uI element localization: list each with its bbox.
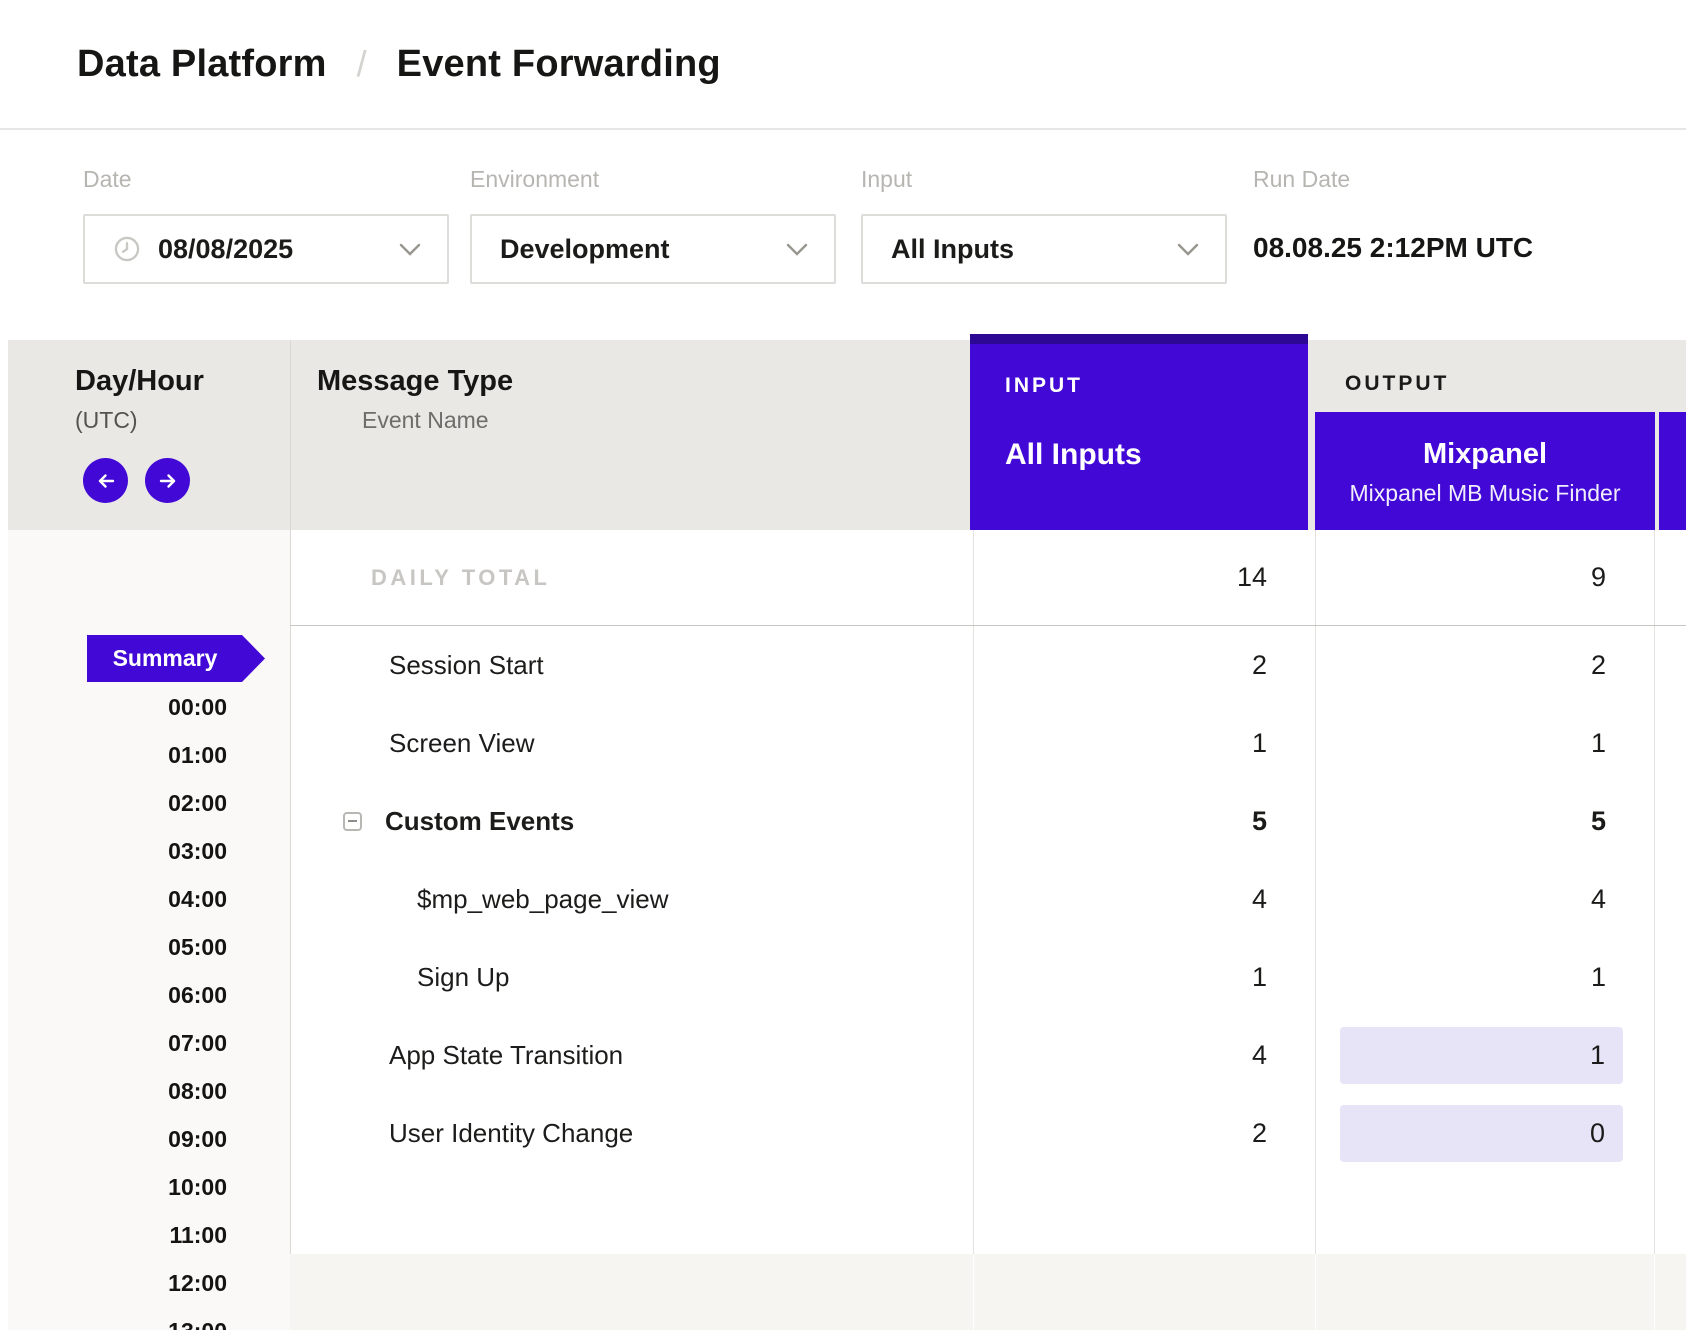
event-label: Custom Events [385,806,574,837]
previous-day-button[interactable] [83,458,128,503]
environment-filter-label: Environment [470,166,599,193]
input-count: 1 [973,938,1315,1016]
date-dropdown[interactable]: 08/08/2025 [83,214,449,284]
event-label: Sign Up [290,938,973,1016]
output-group-label: OUTPUT [1345,372,1449,396]
input-value: All Inputs [891,234,1014,265]
output-count: 1 [1315,938,1655,1016]
output-count: 4 [1315,860,1655,938]
clock-icon [113,235,141,263]
event-table-body: DAILY TOTAL 14 9 Session Start 2 2 Scree… [290,530,1686,1330]
hour-item[interactable]: 02:00 [0,779,227,827]
chevron-down-icon [786,243,808,256]
input-count: 5 [973,782,1315,860]
daily-total-label: DAILY TOTAL [290,530,973,625]
event-name-subheader: Event Name [362,407,489,434]
output-count: 5 [1315,782,1655,860]
date-filter-label: Date [83,166,132,193]
event-label: Session Start [290,626,973,704]
run-date-label: Run Date [1253,166,1350,193]
input-dropdown[interactable]: All Inputs [861,214,1227,284]
hour-item[interactable]: 13:00 [0,1307,227,1330]
hour-item[interactable]: 00:00 [0,683,227,731]
hour-item[interactable]: 03:00 [0,827,227,875]
highlighted-output-count: 0 [1340,1105,1623,1162]
hour-item[interactable]: 11:00 [0,1211,227,1259]
output-column-header-mixpanel[interactable]: Mixpanel Mixpanel MB Music Finder [1315,412,1655,530]
chevron-down-icon [1177,243,1199,256]
input-count: 2 [973,626,1315,704]
input-column-accent-strip [970,334,1308,344]
message-type-header: Message Type [317,365,513,398]
table-footer-band [290,1254,1686,1330]
output-column-name: Mixpanel [1423,438,1547,471]
breadcrumb-section[interactable]: Data Platform [77,43,327,86]
run-date-value: 08.08.25 2:12PM UTC [1253,232,1533,264]
table-row: Session Start 2 2 [290,626,1686,704]
hour-item[interactable]: 06:00 [0,971,227,1019]
hour-item[interactable]: 08:00 [0,1067,227,1115]
table-row: Screen View 1 1 [290,704,1686,782]
empty-row [290,1172,1686,1254]
date-value: 08/08/2025 [158,234,293,265]
day-hour-timezone: (UTC) [75,407,138,434]
table-row: User Identity Change 2 0 [290,1094,1686,1172]
event-forwarding-page: Data Platform / Event Forwarding Date En… [0,0,1686,1330]
output-column-subtitle: Mixpanel MB Music Finder [1350,480,1621,507]
input-count: 1 [973,704,1315,782]
event-group-label: Custom Events [290,782,973,860]
arrow-left-icon [94,469,118,493]
output-count: 2 [1315,626,1655,704]
collapse-icon[interactable] [343,812,362,831]
page-title: Event Forwarding [397,43,721,86]
arrow-right-icon [156,469,180,493]
hour-item[interactable]: 05:00 [0,923,227,971]
event-label: Screen View [290,704,973,782]
daily-total-output-value: 9 [1315,530,1655,625]
event-label: $mp_web_page_view [290,860,973,938]
table-row-custom-events: Custom Events 5 5 [290,782,1686,860]
hour-item[interactable]: 12:00 [0,1259,227,1307]
input-group-label: INPUT [1005,374,1308,398]
input-filter-label: Input [861,166,912,193]
output-count-cell: 0 [1315,1094,1655,1172]
day-hour-header: Day/Hour [75,365,204,398]
hour-item[interactable]: 04:00 [0,875,227,923]
summary-tab[interactable]: Summary [87,635,265,682]
event-label: App State Transition [290,1016,973,1094]
output-count: 1 [1315,704,1655,782]
breadcrumb-separator: / [357,43,367,85]
highlighted-output-count: 1 [1340,1027,1623,1084]
table-row: App State Transition 4 1 [290,1016,1686,1094]
hour-item[interactable]: 07:00 [0,1019,227,1067]
output-count-cell: 1 [1315,1016,1655,1094]
input-column-name: All Inputs [1005,438,1308,472]
input-column-header[interactable]: INPUT All Inputs [970,334,1308,530]
environment-dropdown[interactable]: Development [470,214,836,284]
next-output-column-partial[interactable] [1659,412,1686,530]
chevron-down-icon [399,243,421,256]
input-count: 4 [973,860,1315,938]
input-count: 2 [973,1094,1315,1172]
table-row: Sign Up 1 1 [290,938,1686,1016]
daily-total-row: DAILY TOTAL 14 9 [290,530,1686,626]
environment-value: Development [500,234,670,265]
next-day-button[interactable] [145,458,190,503]
table-row: $mp_web_page_view 4 4 [290,860,1686,938]
hour-list: 00:00 01:00 02:00 03:00 04:00 05:00 06:0… [0,683,227,1330]
breadcrumb: Data Platform / Event Forwarding [0,0,1686,130]
hour-item[interactable]: 10:00 [0,1163,227,1211]
daily-total-input-value: 14 [973,530,1315,625]
hour-item[interactable]: 09:00 [0,1115,227,1163]
event-label: User Identity Change [290,1094,973,1172]
input-count: 4 [973,1016,1315,1094]
hour-item[interactable]: 01:00 [0,731,227,779]
